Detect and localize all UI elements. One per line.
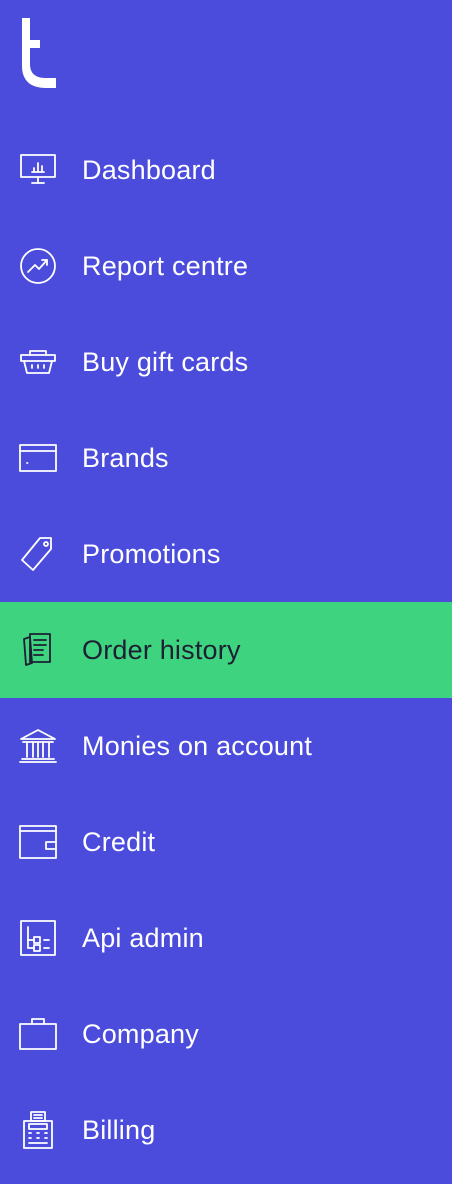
sidebar-nav: Dashboard Report centre Buy gift cards B…	[0, 0, 452, 1184]
trend-up-circle-icon	[18, 246, 58, 286]
price-tag-icon	[18, 534, 58, 574]
sidebar-item-brands[interactable]: Brands	[0, 410, 452, 506]
sidebar-item-report-centre[interactable]: Report centre	[0, 218, 452, 314]
sidebar-item-label: Report centre	[82, 251, 249, 281]
sidebar-menu: Dashboard Report centre Buy gift cards B…	[0, 122, 452, 1178]
sidebar-item-label: Billing	[82, 1115, 156, 1145]
sidebar-item-label: Buy gift cards	[82, 347, 249, 377]
t-logo-icon[interactable]	[18, 16, 62, 92]
cash-register-icon	[18, 1110, 58, 1150]
card-icon	[18, 438, 58, 478]
sidebar-item-label: Promotions	[82, 539, 221, 569]
sidebar-item-label: Monies on account	[82, 731, 313, 761]
sidebar-item-promotions[interactable]: Promotions	[0, 506, 452, 602]
bank-icon	[18, 726, 58, 766]
sidebar-item-buy-gift-cards[interactable]: Buy gift cards	[0, 314, 452, 410]
sidebar-item-dashboard[interactable]: Dashboard	[0, 122, 452, 218]
sidebar-item-label: Company	[82, 1019, 199, 1049]
sidebar-item-billing[interactable]: Billing	[0, 1082, 452, 1178]
sidebar-item-label: Dashboard	[82, 155, 216, 185]
sidebar-item-api-admin[interactable]: Api admin	[0, 890, 452, 986]
receipts-icon	[18, 630, 58, 670]
sidebar-item-order-history[interactable]: Order history	[0, 602, 452, 698]
hierarchy-icon	[18, 918, 58, 958]
sidebar-item-monies-on-account[interactable]: Monies on account	[0, 698, 452, 794]
wallet-icon	[18, 822, 58, 862]
presentation-chart-icon	[18, 150, 58, 190]
sidebar-item-credit[interactable]: Credit	[0, 794, 452, 890]
sidebar-item-company[interactable]: Company	[0, 986, 452, 1082]
sidebar-item-label: Order history	[82, 635, 241, 665]
sidebar-item-label: Credit	[82, 827, 156, 857]
sidebar-item-label: Brands	[82, 443, 169, 473]
shopping-basket-icon	[18, 342, 58, 382]
briefcase-icon	[18, 1014, 58, 1054]
sidebar-item-label: Api admin	[82, 923, 204, 953]
